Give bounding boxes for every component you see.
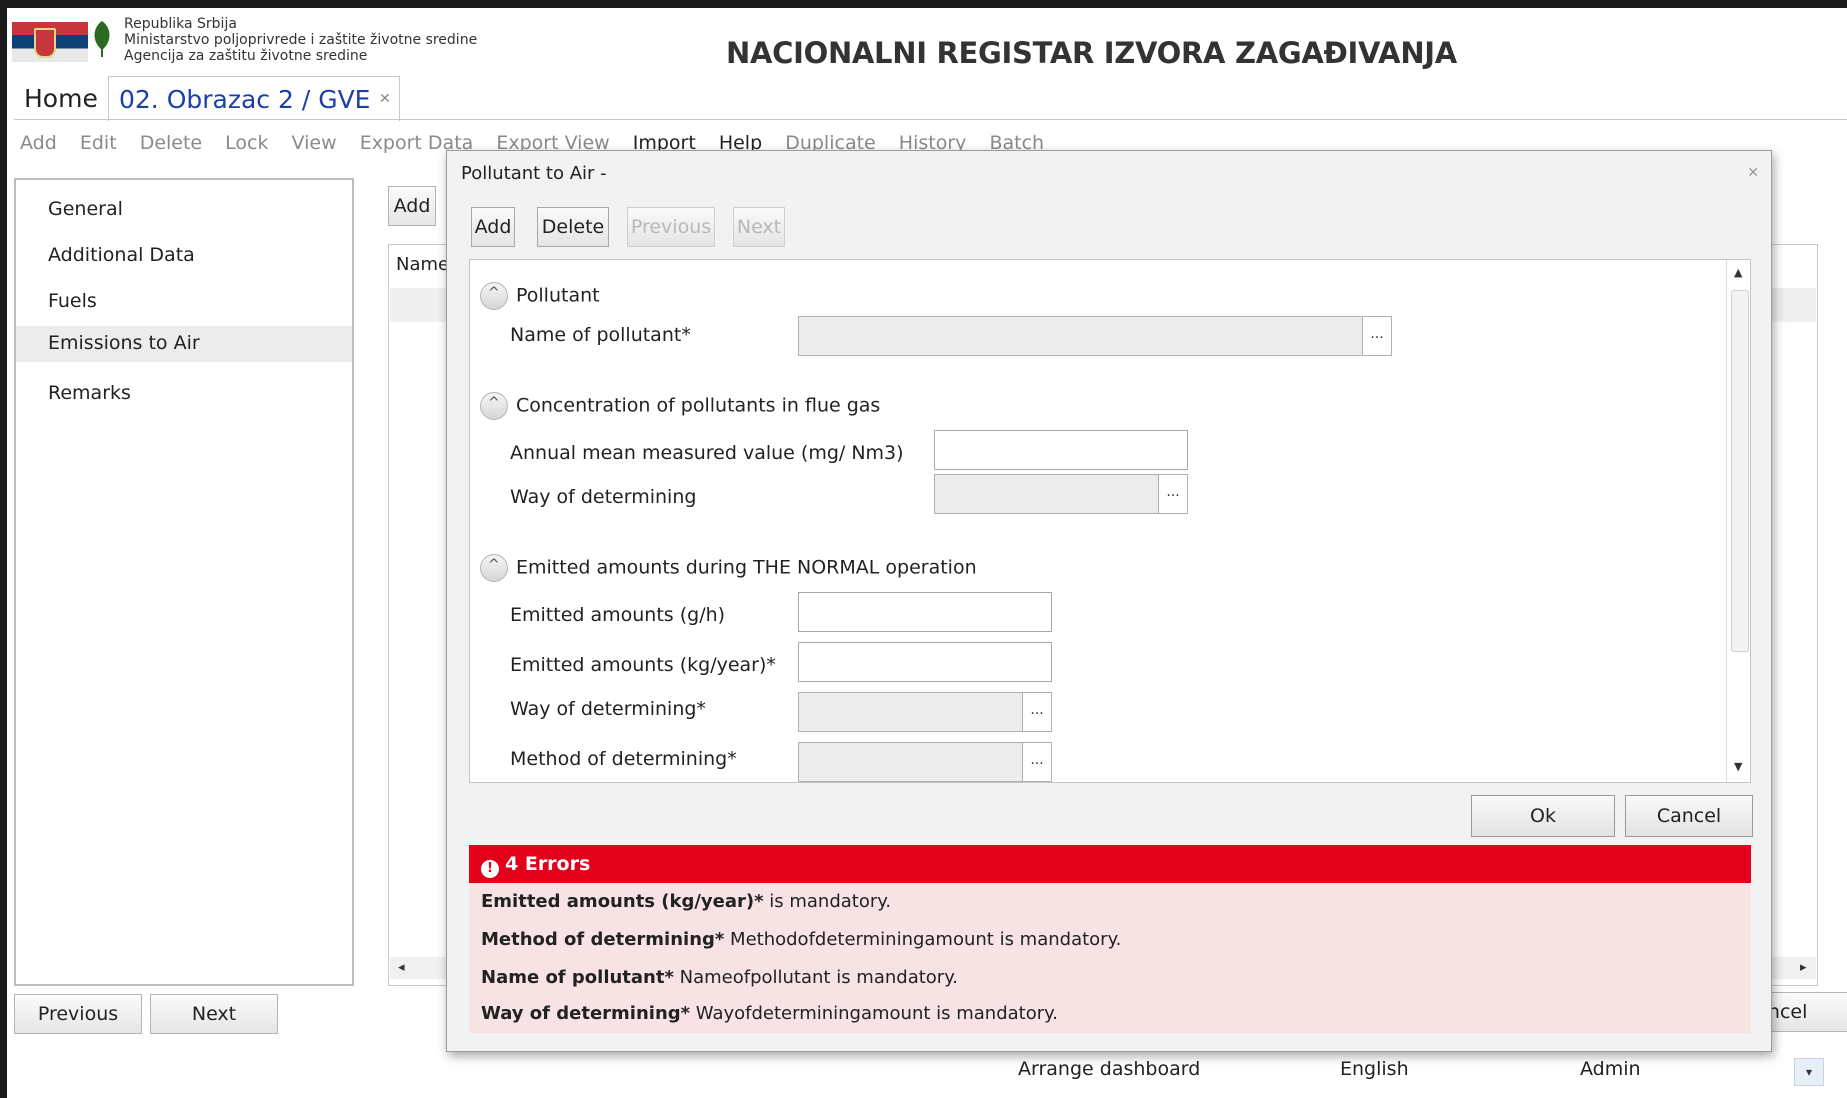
error-item[interactable]: Way of determining* Wayofdeterminingamou…	[481, 1003, 1058, 1024]
section-title: Concentration of pollutants in flue gas	[516, 394, 881, 417]
error-item[interactable]: Method of determining* Methodofdetermini…	[481, 929, 1121, 950]
tab-obrazac[interactable]: 02. Obrazac 2 / GVE ✕	[108, 76, 400, 121]
toolbar-lock[interactable]: Lock	[225, 132, 268, 154]
section-pollutant[interactable]: Pollutant	[480, 282, 600, 310]
emitted-kgyear-input[interactable]	[798, 642, 1052, 682]
error-message: Methodofdeterminingamount is mandatory.	[724, 929, 1122, 950]
form-vertical-scrollbar[interactable]: ▲ ▼	[1726, 260, 1750, 782]
dialog-add-button[interactable]: Add	[471, 207, 515, 247]
error-field: Name of pollutant*	[481, 967, 674, 988]
error-field: Emitted amounts (kg/year)*	[481, 891, 764, 912]
error-message: Wayofdeterminingamount is mandatory.	[690, 1003, 1058, 1024]
window-frame-top	[0, 0, 1847, 8]
agency-name: Republika Srbija Ministarstvo poljoprivr…	[124, 16, 477, 64]
leaf-icon	[94, 21, 110, 57]
agency-line: Ministarstvo poljoprivrede i zaštite živ…	[124, 32, 478, 48]
way-of-determining-label: Way of determining	[510, 486, 697, 508]
scroll-down-icon[interactable]: ▼	[1734, 760, 1742, 773]
scroll-left-icon[interactable]: ◂	[398, 960, 405, 975]
validation-errors-panel: ! 4 Errors Emitted amounts (kg/year)* is …	[469, 845, 1751, 1033]
dialog-title: Pollutant to Air -	[461, 163, 607, 184]
toolbar-delete[interactable]: Delete	[140, 132, 202, 154]
nav-item-label: Fuels	[48, 290, 97, 312]
scroll-up-icon[interactable]: ▲	[1734, 266, 1742, 279]
previous-button[interactable]: Previous	[14, 994, 142, 1034]
errors-count: 4 Errors	[505, 853, 591, 875]
close-icon[interactable]: ✕	[1747, 165, 1759, 181]
collapse-icon[interactable]	[480, 392, 508, 420]
annual-mean-label: Annual mean measured value (mg/ Nm3)	[510, 442, 904, 464]
section-title: Emitted amounts during THE NORMAL operat…	[516, 556, 977, 579]
lookup-button[interactable]: ...	[1362, 317, 1391, 355]
ok-button[interactable]: Ok	[1471, 795, 1615, 837]
method-of-determining-label: Method of determining*	[510, 748, 737, 770]
cancel-button[interactable]: Cancel	[1625, 795, 1753, 837]
section-emitted-amounts[interactable]: Emitted amounts during THE NORMAL operat…	[480, 554, 977, 582]
agency-line: Agencija za zaštitu životne sredine	[124, 48, 368, 64]
way-of-determining-amount-field[interactable]: ...	[798, 692, 1052, 732]
toolbar-edit[interactable]: Edit	[80, 132, 117, 154]
language-selector[interactable]: English	[1340, 1058, 1409, 1080]
collapse-icon[interactable]	[480, 554, 508, 582]
toolbar-add[interactable]: Add	[20, 132, 57, 154]
error-icon: !	[481, 860, 499, 878]
section-title: Pollutant	[516, 284, 600, 307]
toolbar-view[interactable]: View	[292, 132, 337, 154]
section-concentration[interactable]: Concentration of pollutants in flue gas	[480, 392, 880, 420]
agency-line: Republika Srbija	[124, 16, 237, 32]
error-field: Way of determining*	[481, 1003, 691, 1024]
grid-add-button[interactable]: Add	[388, 186, 436, 226]
close-icon[interactable]: ✕	[379, 91, 391, 107]
window-frame-left	[0, 0, 7, 1098]
error-item[interactable]: Emitted amounts (kg/year)* is mandatory.	[481, 891, 891, 912]
name-of-pollutant-field[interactable]: ...	[798, 316, 1392, 356]
nav-item-label: General	[48, 198, 123, 220]
tab-obrazac-label: 02. Obrazac 2 / GVE	[119, 85, 371, 114]
user-menu[interactable]: Admin	[1580, 1058, 1641, 1080]
form-sections-nav: General Additional Data Fuels Emissions …	[14, 178, 354, 986]
app-title: NACIONALNI REGISTAR IZVORA ZAGAĐIVANJA	[726, 36, 1457, 70]
arrange-dashboard-link[interactable]: Arrange dashboard	[1018, 1058, 1200, 1080]
chevron-down-icon[interactable]: ▾	[1794, 1058, 1824, 1086]
name-of-pollutant-label: Name of pollutant*	[510, 324, 691, 346]
pollutant-form: Pollutant Name of pollutant* ... Concent…	[469, 259, 1751, 783]
nav-item-fuels[interactable]: Fuels	[16, 284, 352, 320]
emitted-gh-label: Emitted amounts (g/h)	[510, 604, 726, 626]
grid-column-name[interactable]: Name	[396, 254, 449, 275]
way-of-determining-field[interactable]: ...	[934, 474, 1188, 514]
nav-item-additional-data[interactable]: Additional Data	[16, 238, 352, 274]
nav-item-label: Additional Data	[48, 244, 195, 266]
tab-home[interactable]: Home	[24, 84, 98, 113]
nav-item-label: Emissions to Air	[48, 332, 200, 354]
scroll-right-icon[interactable]: ▸	[1800, 960, 1807, 975]
dialog-next-button[interactable]: Next	[733, 207, 785, 247]
error-field: Method of determining*	[481, 929, 725, 950]
way-of-determining-amount-label: Way of determining*	[510, 698, 706, 720]
lookup-button[interactable]: ...	[1158, 475, 1187, 513]
nav-item-emissions-to-air[interactable]: Emissions to Air	[16, 326, 352, 362]
error-item[interactable]: Name of pollutant* Nameofpollutant is ma…	[481, 967, 958, 988]
scroll-thumb[interactable]	[1731, 290, 1749, 652]
lookup-button[interactable]: ...	[1022, 693, 1051, 731]
error-message: is mandatory.	[763, 891, 892, 912]
tab-divider	[14, 119, 1847, 120]
collapse-icon[interactable]	[480, 282, 508, 310]
method-of-determining-field[interactable]: ...	[798, 742, 1052, 782]
error-message: Nameofpollutant is mandatory.	[673, 967, 959, 988]
lookup-button[interactable]: ...	[1022, 743, 1051, 781]
nav-item-general[interactable]: General	[16, 192, 352, 228]
pollutant-to-air-dialog: Pollutant to Air - ✕ Add Delete Previous…	[446, 150, 1772, 1052]
annual-mean-input[interactable]	[934, 430, 1188, 470]
serbia-logo	[12, 18, 120, 68]
nav-item-label: Remarks	[48, 382, 131, 404]
next-button[interactable]: Next	[150, 994, 278, 1034]
dialog-previous-button[interactable]: Previous	[627, 207, 715, 247]
flag-icon	[12, 22, 88, 62]
dialog-delete-button[interactable]: Delete	[537, 207, 609, 247]
emitted-kgyear-label: Emitted amounts (kg/year)*	[510, 654, 776, 676]
emitted-gh-input[interactable]	[798, 592, 1052, 632]
nav-item-remarks[interactable]: Remarks	[16, 376, 352, 412]
errors-header: ! 4 Errors	[469, 845, 1751, 883]
